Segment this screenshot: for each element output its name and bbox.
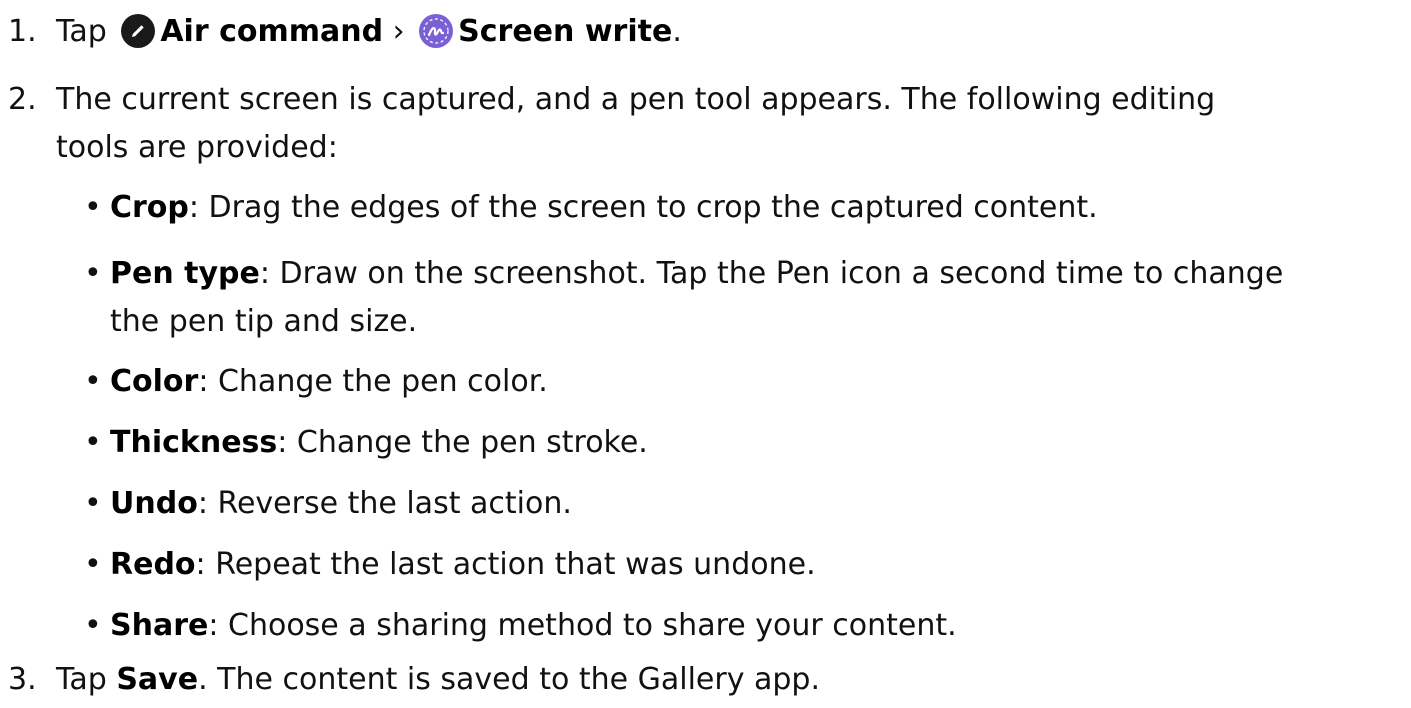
step-number: 3. [8,662,37,697]
step-text-line: The current screen is captured, and a pe… [56,82,1216,117]
bullet: • [84,364,102,399]
tool-item-undo: • Undo: Reverse the last action. [84,480,572,528]
tool-term: Redo [110,547,196,582]
tool-description: : Reverse the last action. [197,486,572,521]
tool-description: : Repeat the last action that was undone… [195,547,816,582]
tool-term: Pen type [110,256,260,291]
screen-write-icon [419,14,454,48]
tool-item-redo: • Redo: Repeat the last action that was u… [84,541,816,589]
air-command-icon [121,14,156,48]
bullet: • [84,425,102,460]
tool-term: Undo [110,486,198,521]
step-prefix: Tap [56,14,117,49]
tool-description-cont: the pen tip and size. [110,304,418,339]
step-suffix: . The content is saved to the Gallery ap… [198,662,821,697]
tool-description: : Draw on the screenshot. Tap the Pen ic… [259,256,1284,291]
bullet: • [84,486,102,521]
step-text-line: tools are provided: [56,130,338,165]
save-label: Save [116,662,199,697]
step-number: 1. [8,14,37,49]
tool-item-crop: • Crop: Drag the edges of the screen to c… [84,184,1098,232]
step-number: 2. [8,82,37,117]
bullet: • [84,190,102,225]
bullet: • [84,547,102,582]
screen-write-label: Screen write [458,14,673,49]
tool-item-pen-type: • Pen type: Draw on the screenshot. Tap t… [84,250,1283,346]
step-prefix: Tap [56,662,117,697]
step-suffix: . [672,14,682,49]
breadcrumb-separator: › [383,14,415,49]
tool-description: : Drag the edges of the screen to crop t… [188,190,1098,225]
bullet: • [84,256,102,291]
tool-item-thickness: • Thickness: Change the pen stroke. [84,419,648,467]
tool-item-share: • Share: Choose a sharing method to share… [84,602,957,650]
tool-term: Color [110,364,199,399]
step-2: 2. The current screen is captured, and a … [8,76,1215,172]
step-3: 3. Tap Save. The content is saved to the … [8,656,820,704]
step-1: 1. Tap Air command › Screen write. [8,8,682,56]
tool-term: Thickness [110,425,278,460]
tool-term: Crop [110,190,189,225]
tool-text: Pen type: Draw on the screenshot. Tap th… [110,250,1283,346]
tool-description: : Choose a sharing method to share your … [208,608,957,643]
tool-term: Share [110,608,209,643]
tool-description: : Change the pen stroke. [277,425,648,460]
air-command-label: Air command [160,14,384,49]
tool-item-color: • Color: Change the pen color. [84,358,548,406]
bullet: • [84,608,102,643]
tool-description: : Change the pen color. [198,364,548,399]
step-text: The current screen is captured, and a pe… [56,76,1215,172]
